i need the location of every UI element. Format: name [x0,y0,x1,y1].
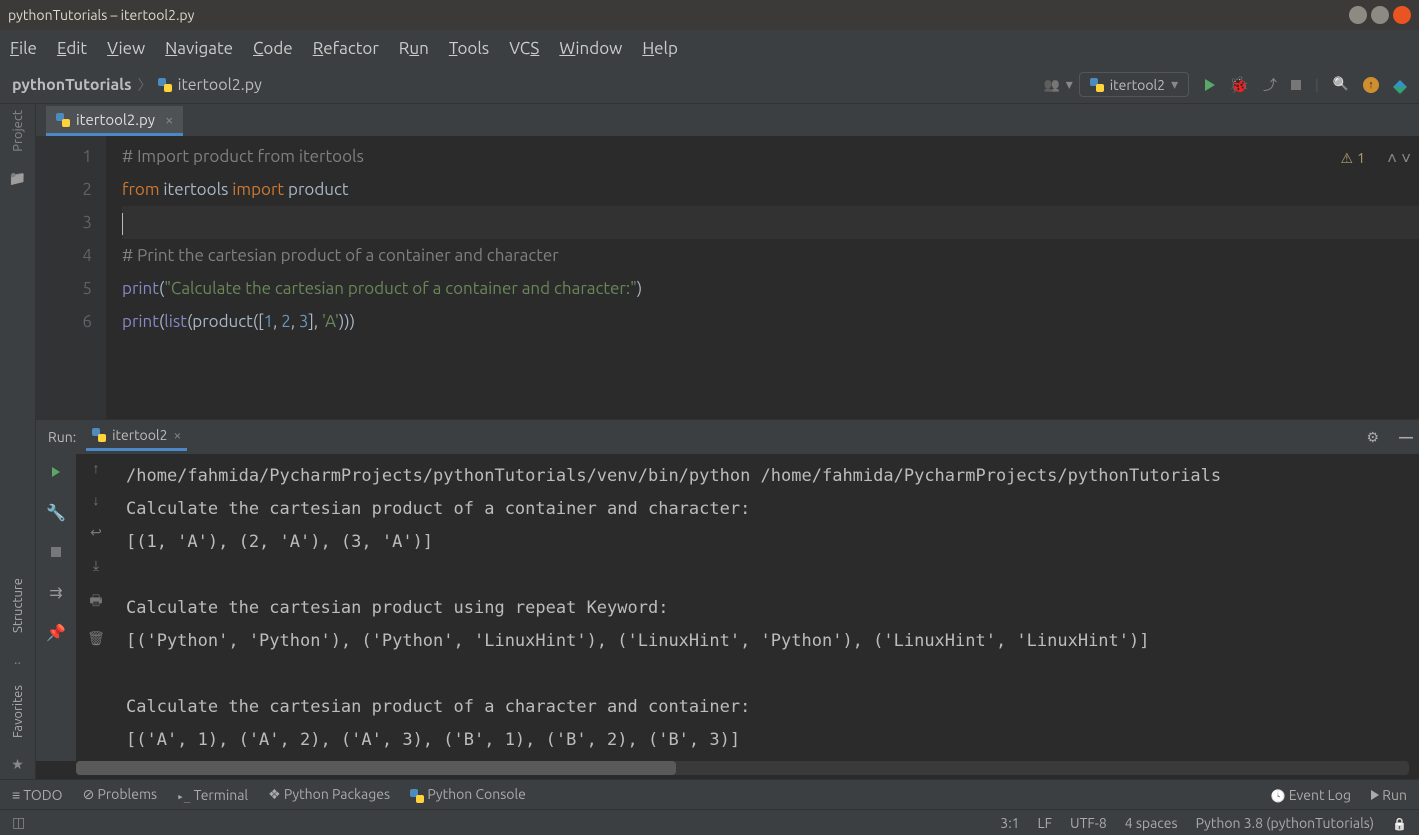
run-toolwindow-button[interactable]: Run [1371,787,1407,803]
menu-tools[interactable]: Tools [449,39,489,58]
python-file-icon [56,113,70,127]
run-config-selector[interactable]: itertool2 ▾ [1079,72,1189,97]
breadcrumb-project[interactable]: pythonTutorials [12,76,132,94]
menu-bar: File Edit View Navigate Code Refactor Ru… [0,30,1419,66]
file-encoding[interactable]: UTF-8 [1070,815,1107,831]
horizontal-scrollbar[interactable] [76,761,1409,775]
pin-icon[interactable]: 📌 [44,620,68,644]
warning-icon [1341,142,1354,175]
menu-refactor[interactable]: Refactor [313,39,379,58]
run-output[interactable]: /home/fahmida/PycharmProjects/pythonTuto… [116,454,1419,761]
navigation-bar: pythonTutorials 〉 itertool2.py ▾ itertoo… [0,66,1419,104]
debug-button[interactable]: 🐞 [1229,75,1249,94]
layout-icon[interactable]: ⇉ [44,580,68,604]
left-tool-strip: Project Structure .. Favorites ★ [0,104,36,779]
clear-icon[interactable]: 🗑 [87,630,105,647]
menu-run[interactable]: Run [399,39,429,58]
run-panel-tab[interactable]: itertool2 × [86,423,187,451]
menu-view[interactable]: View [107,39,145,58]
ide-features-icon[interactable] [1393,73,1407,87]
stop-icon[interactable] [44,540,68,564]
readonly-lock-icon[interactable] [1392,815,1407,831]
run-panel-label: Run: [48,429,76,445]
run-settings-icon[interactable] [1366,429,1379,446]
window-minimize-icon[interactable] [1349,6,1367,24]
code-area[interactable]: # Import product from itertoolsfrom iter… [106,136,1419,419]
code-editor[interactable]: 123456 # Import product from itertoolsfr… [36,136,1419,419]
chevron-down-icon: ▾ [1171,76,1178,93]
window-controls [1349,6,1411,24]
close-run-tab-icon[interactable]: × [173,427,181,443]
favorites-toolwindow-button[interactable]: Favorites [11,685,25,738]
line-separator[interactable]: LF [1038,815,1053,831]
chevron-right-icon: 〉 [138,75,152,95]
status-bar: ◫ 3:1 LF UTF-8 4 spaces Python 3.8 (pyth… [0,809,1419,835]
indent-setting[interactable]: 4 spaces [1125,815,1178,831]
menu-window[interactable]: Window [559,39,622,58]
up-icon[interactable]: ↑ [93,460,100,476]
window-close-icon[interactable] [1393,6,1411,24]
rerun-button[interactable] [44,460,68,484]
edit-config-icon[interactable]: 🔧 [44,500,68,524]
breadcrumb-file[interactable]: itertool2.py [178,76,262,94]
run-controls-secondary: ↑ ↓ ↩ ⤓ 🖶 🗑 [76,454,116,761]
prev-highlight-icon[interactable]: ˄ [1387,142,1397,175]
run-config-name: itertool2 [1110,77,1165,93]
run-button[interactable] [1205,79,1215,91]
menu-edit[interactable]: Edit [57,39,87,58]
window-title: pythonTutorials – itertool2.py [8,7,194,23]
menu-vcs[interactable]: VCS [509,39,539,58]
menu-help[interactable]: Help [642,39,678,58]
print-icon[interactable]: 🖶 [89,590,102,614]
soft-wrap-icon[interactable]: ↩ [90,524,102,541]
bottom-tool-strip: TODO Problems Terminal Python Packages P… [0,779,1419,809]
warning-count: 1 [1357,142,1365,175]
folder-icon[interactable] [9,170,26,187]
run-controls-primary: 🔧 ⇉ 📌 [36,454,76,761]
search-everywhere-button[interactable] [1333,77,1349,92]
run-tab-name: itertool2 [112,427,167,443]
inspection-warning-badge[interactable]: 1 [1341,142,1365,175]
editor-tab-active[interactable]: itertool2.py × [46,106,183,136]
python-icon [1090,78,1104,92]
scroll-to-end-icon[interactable]: ⤓ [93,557,99,574]
scrollbar-thumb[interactable] [76,761,676,775]
code-with-me-icon[interactable] [1044,76,1060,93]
python-packages-button[interactable]: Python Packages [268,786,390,803]
todo-button[interactable]: TODO [12,787,63,803]
down-icon[interactable]: ↓ [93,492,100,508]
dropdown-icon[interactable]: ▾ [1066,76,1073,93]
terminal-button[interactable]: Terminal [177,787,248,803]
run-tool-window: Run: itertool2 × 🔧 ⇉ 📌 [36,419,1419,779]
quick-panel-icon[interactable]: ◫ [12,814,25,831]
hide-panel-icon[interactable] [1399,429,1413,445]
caret-position[interactable]: 3:1 [1000,815,1019,831]
update-available-icon[interactable]: ↑ [1363,77,1379,93]
interpreter[interactable]: Python 3.8 (pythonTutorials) [1196,815,1374,831]
python-file-icon [158,78,172,92]
line-number-gutter: 123456 [36,136,106,419]
python-icon [92,428,106,442]
python-console-button[interactable]: Python Console [410,786,526,802]
toolbar-actions: 🐞 ⤴ | ↑ [1205,75,1407,95]
menu-file[interactable]: File [10,39,37,58]
window-titlebar: pythonTutorials – itertool2.py [0,0,1419,30]
stop-button[interactable] [1291,80,1301,90]
structure-toolwindow-button[interactable]: Structure [11,578,25,633]
next-highlight-icon[interactable]: ˅ [1401,142,1411,175]
window-maximize-icon[interactable] [1371,6,1389,24]
editor-tabs: itertool2.py × [36,104,1419,136]
tab-title: itertool2.py [76,111,155,128]
menu-navigate[interactable]: Navigate [165,39,233,58]
project-toolwindow-button[interactable]: Project [11,110,25,152]
event-log-button[interactable]: Event Log [1271,787,1351,803]
menu-code[interactable]: Code [253,39,293,58]
coverage-button[interactable]: ⤴ [1263,75,1277,95]
problems-button[interactable]: Problems [83,786,158,803]
close-tab-icon[interactable]: × [165,111,173,128]
